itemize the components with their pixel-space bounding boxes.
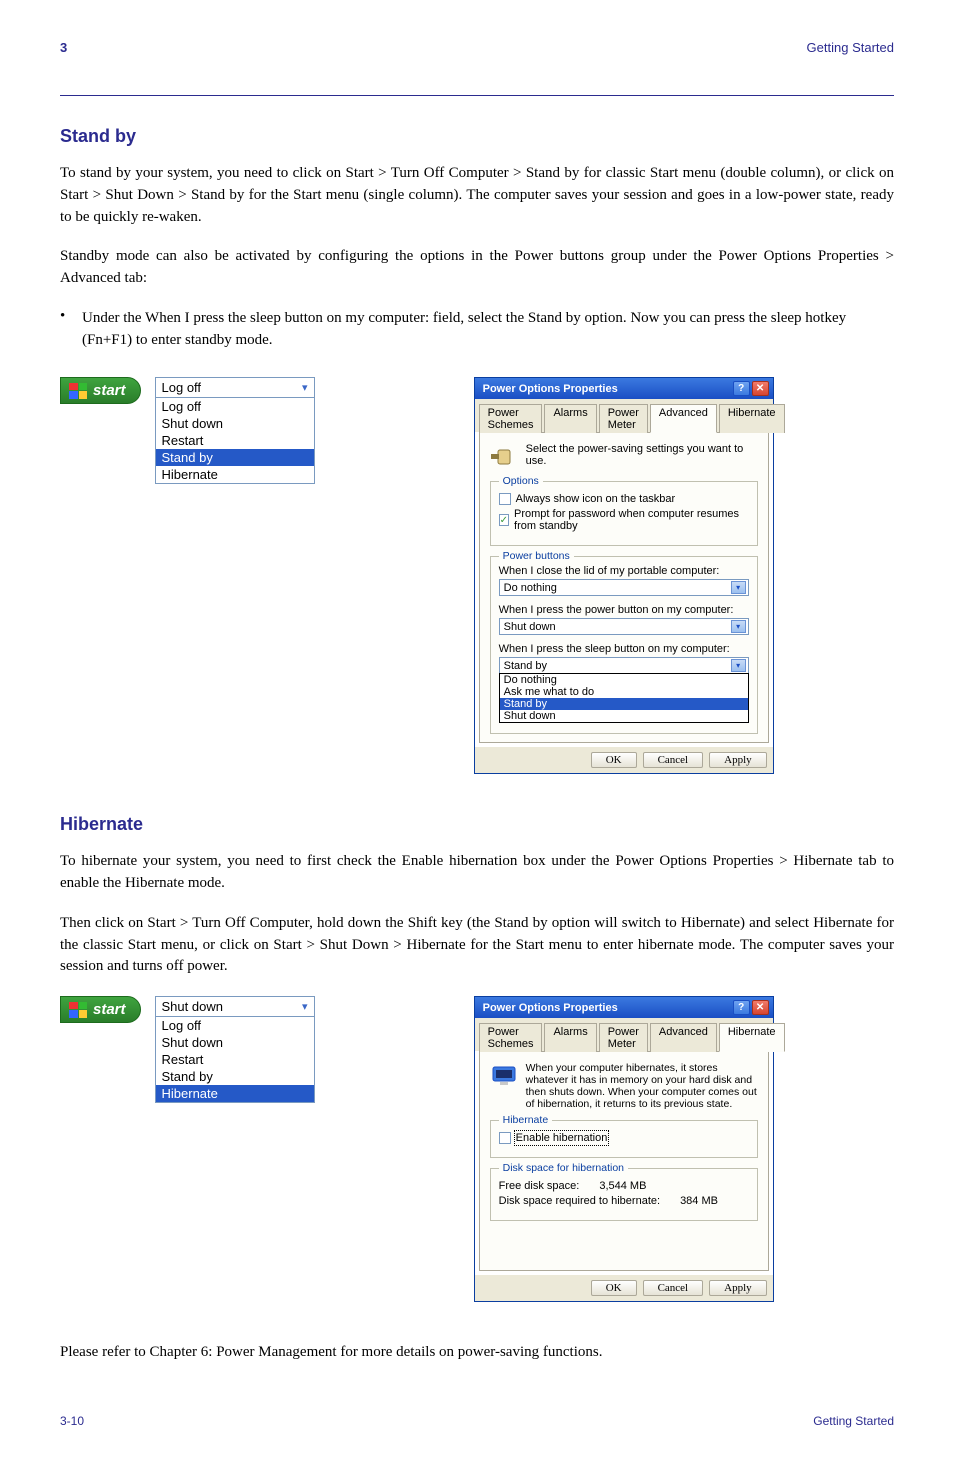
dropdown-item[interactable]: Log off [156, 398, 314, 415]
help-button[interactable]: ? [733, 1000, 750, 1015]
tab-advanced[interactable]: Advanced [650, 1023, 717, 1052]
chevron-down-icon[interactable]: ▾ [731, 620, 746, 633]
apply-button[interactable]: Apply [709, 752, 767, 768]
hibernate-legend: Hibernate [499, 1114, 553, 1126]
dropdown-item[interactable]: Shut down [156, 415, 314, 432]
dropdown-selected: Shut down [162, 999, 223, 1014]
cancel-button[interactable]: Cancel [643, 1280, 704, 1296]
sleep-value: Stand by [504, 660, 547, 672]
footer-section: Getting Started [813, 1414, 894, 1428]
select-option[interactable]: Stand by [500, 698, 748, 710]
sleep-option-list[interactable]: Do nothingAsk me what to doStand byShut … [499, 673, 749, 723]
dropdown-item[interactable]: Log off [156, 1017, 314, 1034]
tab-power-meter[interactable]: Power Meter [599, 404, 648, 433]
dropdown-item[interactable]: Restart [156, 432, 314, 449]
disk-space-legend: Disk space for hibernation [499, 1162, 628, 1174]
checkbox-show-icon[interactable] [499, 493, 511, 505]
req-disk-value: 384 MB [680, 1195, 718, 1207]
tab-power-schemes[interactable]: Power Schemes [479, 404, 543, 433]
dropdown-item[interactable]: Hibernate [156, 1085, 314, 1102]
select-option[interactable]: Ask me what to do [500, 686, 748, 698]
free-disk-value: 3,544 MB [599, 1180, 646, 1192]
dialog-title: Power Options Properties [483, 1002, 618, 1014]
select-option[interactable]: Do nothing [500, 674, 748, 686]
sleep-select[interactable]: Stand by ▾ [499, 657, 749, 674]
hibernate-note: Please refer to Chapter 6: Power Managem… [60, 1342, 894, 1364]
lid-value: Do nothing [504, 582, 557, 594]
free-disk-label: Free disk space: [499, 1180, 580, 1192]
start-button[interactable]: start [60, 996, 141, 1023]
close-button[interactable]: ✕ [752, 381, 769, 396]
req-disk-label: Disk space required to hibernate: [499, 1195, 660, 1207]
power-value: Shut down [504, 621, 556, 633]
apply-button[interactable]: Apply [709, 1280, 767, 1296]
header-section-name: Getting Started [807, 40, 894, 55]
chevron-down-icon[interactable]: ▾ [302, 1000, 308, 1013]
dropdown-item[interactable]: Stand by [156, 1068, 314, 1085]
start-label: start [93, 382, 126, 399]
dropdown-item[interactable]: Stand by [156, 449, 314, 466]
lid-label: When I close the lid of my portable comp… [499, 565, 749, 577]
monitor-icon [490, 1062, 518, 1090]
ok-button[interactable]: OK [591, 1280, 637, 1296]
chevron-down-icon[interactable]: ▾ [731, 581, 746, 594]
dropdown-selected: Log off [162, 380, 202, 395]
standby-p2: Standby mode can also be activated by co… [60, 246, 894, 290]
sleep-label: When I press the sleep button on my comp… [499, 643, 749, 655]
chk2-label: Prompt for password when computer resume… [514, 508, 749, 532]
shutdown-dropdown[interactable]: Log off ▾ Log offShut downRestartStand b… [155, 377, 315, 484]
dropdown-item[interactable]: Restart [156, 1051, 314, 1068]
power-options-dialog: Power Options Properties ? ✕ Power Schem… [474, 377, 774, 774]
power-label: When I press the power button on my comp… [499, 604, 749, 616]
windows-flag-icon [69, 383, 87, 399]
header-divider [60, 95, 894, 96]
checkbox-password[interactable]: ✓ [499, 514, 509, 526]
cancel-button[interactable]: Cancel [643, 752, 704, 768]
tab-hibernate[interactable]: Hibernate [719, 404, 785, 433]
enable-hibernation-label: Enable hibernation [516, 1132, 608, 1144]
shutdown-dropdown[interactable]: Shut down ▾ Log offShut downRestartStand… [155, 996, 315, 1103]
dropdown-item[interactable]: Shut down [156, 1034, 314, 1051]
select-option[interactable]: Shut down [500, 710, 748, 722]
close-button[interactable]: ✕ [752, 1000, 769, 1015]
dialog-intro: Select the power-saving settings you wan… [526, 443, 758, 467]
dialog-title: Power Options Properties [483, 383, 618, 395]
battery-icon [490, 443, 518, 471]
tab-advanced[interactable]: Advanced [650, 404, 717, 433]
dropdown-item[interactable]: Hibernate [156, 466, 314, 483]
tab-hibernate[interactable]: Hibernate [719, 1023, 785, 1052]
chk1-label: Always show icon on the taskbar [516, 493, 676, 505]
tab-power-schemes[interactable]: Power Schemes [479, 1023, 543, 1052]
header-section-num: 3 [60, 40, 67, 55]
power-buttons-legend: Power buttons [499, 550, 574, 562]
ok-button[interactable]: OK [591, 752, 637, 768]
checkbox-enable-hibernation[interactable] [499, 1132, 511, 1144]
hibernate-title: Hibernate [60, 814, 894, 835]
lid-select[interactable]: Do nothing ▾ [499, 579, 749, 596]
page-number: 10 [71, 1414, 84, 1428]
start-label: start [93, 1001, 126, 1018]
power-options-dialog-hibernate: Power Options Properties ? ✕ Power Schem… [474, 996, 774, 1302]
power-select[interactable]: Shut down ▾ [499, 618, 749, 635]
options-legend: Options [499, 475, 543, 487]
chevron-down-icon[interactable]: ▾ [302, 381, 308, 394]
hibernate-p2: Then click on Start > Turn Off Computer,… [60, 913, 894, 978]
standby-bullet: Under the When I press the sleep button … [82, 308, 894, 352]
standby-p1: To stand by your system, you need to cli… [60, 163, 894, 228]
hibernate-p1: To hibernate your system, you need to fi… [60, 851, 894, 895]
standby-title: Stand by [60, 126, 894, 147]
help-button[interactable]: ? [733, 381, 750, 396]
tab-alarms[interactable]: Alarms [544, 1023, 596, 1052]
page-prefix: 3- [60, 1414, 71, 1428]
tab-alarms[interactable]: Alarms [544, 404, 596, 433]
chevron-down-icon[interactable]: ▾ [731, 659, 746, 672]
tab-power-meter[interactable]: Power Meter [599, 1023, 648, 1052]
start-button[interactable]: start [60, 377, 141, 404]
bullet-icon: • [60, 308, 82, 352]
dialog-intro: When your computer hibernates, it stores… [526, 1062, 758, 1110]
windows-flag-icon [69, 1002, 87, 1018]
